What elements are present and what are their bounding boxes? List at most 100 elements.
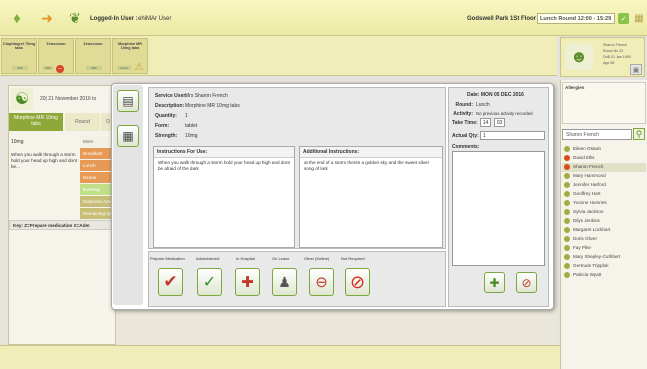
patient-list-item[interactable]: Margaret Lockhart bbox=[573, 227, 610, 232]
patient-list-item[interactable]: Gertrude Tripplok bbox=[573, 263, 609, 268]
med-tab-chip: ### bbox=[43, 66, 53, 70]
description-value: Morphine MR 10mg tabs bbox=[185, 103, 240, 109]
dialog-body: Service User:Mrs Sharon French Descripti… bbox=[148, 87, 446, 249]
status-dot bbox=[564, 191, 570, 197]
patient-search-input[interactable]: Sharon French bbox=[562, 129, 632, 140]
dialog-sidebar bbox=[113, 85, 143, 305]
alert-dot bbox=[564, 164, 570, 170]
action-label: Not Required bbox=[341, 256, 365, 261]
additional-text: at the end of a storm theres a golden sk… bbox=[304, 160, 430, 171]
patient-name: Sharon French bbox=[603, 43, 627, 47]
round-select[interactable]: Lunch Round 12:00 - 15:29 bbox=[537, 13, 615, 24]
strength-row: Strength: 10mg bbox=[155, 133, 198, 139]
instructions-title: Instructions For Use: bbox=[154, 147, 294, 158]
on-leave-button[interactable]: ♟ bbox=[272, 268, 297, 296]
status-dot bbox=[564, 227, 570, 233]
admin-date: Date: MON 05 DEC 2016 bbox=[467, 92, 524, 98]
prepare-medication-button[interactable]: ✔ bbox=[158, 268, 183, 296]
additional-box: Additional Instructions: at the end of a… bbox=[299, 146, 443, 248]
search-icon[interactable]: ⚲ bbox=[633, 128, 645, 140]
service-user-value: Mrs Sharon French bbox=[185, 93, 228, 99]
location-label: Godswell Park 1St Floor bbox=[467, 16, 537, 22]
round-label: Round: bbox=[455, 102, 474, 108]
med-tab-1[interactable]: Clopidogrel 75mg tabs ### bbox=[1, 38, 37, 74]
patient-list-item[interactable]: Sylvia Jackson bbox=[573, 209, 603, 214]
grid-icon[interactable]: ▦ bbox=[633, 12, 645, 24]
status-dot bbox=[564, 254, 570, 260]
med-tab-2[interactable]: Zenocmon ### – bbox=[38, 38, 74, 74]
description-label: Description: bbox=[155, 103, 185, 109]
comments-label: Comments: bbox=[452, 144, 480, 150]
round-refresh-icon[interactable]: ✓ bbox=[618, 13, 629, 24]
med-tab-chip: ### bbox=[86, 66, 102, 70]
instructions-preview: When you walk through a storm hold your … bbox=[11, 152, 77, 169]
patient-list-item[interactable]: Fay Pike bbox=[573, 245, 591, 250]
remove-record-button[interactable]: ⊘ bbox=[516, 272, 537, 293]
administered-button[interactable]: ✓ bbox=[197, 268, 222, 296]
allergies-label: Allergies bbox=[565, 85, 585, 90]
round-value: Lunch bbox=[476, 102, 490, 108]
comments-textarea[interactable] bbox=[452, 151, 545, 266]
patient-list-item[interactable]: Geoffrey Hart bbox=[573, 191, 601, 196]
action-label: On Leave bbox=[272, 256, 290, 261]
home-icon[interactable]: ♦ bbox=[8, 10, 26, 27]
status-dot bbox=[564, 236, 570, 242]
strength-value: 10mg bbox=[185, 133, 198, 139]
not-required-button[interactable]: ⊘ bbox=[345, 268, 370, 296]
additional-title: Additional Instructions: bbox=[300, 147, 442, 158]
med-tab-3[interactable]: Zenocmon ### bbox=[75, 38, 111, 74]
logged-in-label: Logged-In User : bbox=[90, 16, 138, 22]
document-view-button[interactable]: ▤ bbox=[117, 90, 139, 112]
action-label: In Hospital bbox=[236, 256, 255, 261]
med-tab-label: Zenocmon bbox=[46, 42, 66, 46]
patient-list-item[interactable]: Jennifer Harford bbox=[573, 182, 606, 187]
patient-list-item[interactable]: Dilys Jenkins bbox=[573, 218, 600, 223]
take-time-minute[interactable]: 03 bbox=[494, 118, 505, 127]
quantity-row: Quantity: 1 bbox=[155, 113, 188, 119]
left-round-tab[interactable]: Round bbox=[65, 113, 100, 131]
patient-list-item[interactable]: David Ellis bbox=[573, 155, 594, 160]
status-dot bbox=[564, 218, 570, 224]
actual-qty-input[interactable]: 1 bbox=[480, 131, 545, 140]
instructions-text: When you walk through a storm hold your … bbox=[158, 160, 290, 171]
take-time-label: Take Time: bbox=[452, 120, 478, 126]
other-define-button[interactable]: ⊖ bbox=[309, 268, 334, 296]
take-time-hour[interactable]: 14 bbox=[480, 118, 491, 127]
add-record-button[interactable]: ✚ bbox=[484, 272, 505, 293]
dialog-right-column: Date: MON 05 DEC 2016 Round: Lunch Activi… bbox=[448, 87, 549, 307]
stop-icon: – bbox=[56, 65, 64, 73]
image-icon[interactable]: ▣ bbox=[630, 64, 642, 75]
patient-list-item[interactable]: Eileen Ostwin bbox=[573, 146, 601, 151]
form-label: Form: bbox=[155, 123, 170, 129]
patient-list-item[interactable]: Sharon French bbox=[573, 164, 603, 169]
status-dot bbox=[564, 272, 570, 278]
patient-list-item[interactable]: Yvonne Humries bbox=[573, 200, 607, 205]
form-row: Form: tablet bbox=[155, 123, 197, 129]
patient-list-item[interactable]: Mary Hammond bbox=[573, 173, 606, 178]
medication-photo-icon: ☯ bbox=[11, 88, 33, 110]
actions-panel bbox=[148, 251, 446, 307]
service-user-row: Service User:Mrs Sharon French bbox=[155, 93, 228, 99]
quantity-value: 1 bbox=[185, 113, 188, 119]
activity-row: Activity: No previous activity recorded bbox=[452, 111, 533, 117]
logout-icon[interactable]: ➜ bbox=[38, 10, 56, 26]
med-tab-label: Zenocmon bbox=[83, 42, 103, 46]
left-med-tab[interactable]: Morphine MR 10mg tabs bbox=[9, 113, 63, 131]
med-tab-chip: ### bbox=[12, 66, 28, 70]
activity-value: No previous activity recorded bbox=[476, 111, 533, 116]
patient-list-item[interactable]: Doris Oliver bbox=[573, 236, 597, 241]
actual-qty-row: Actual Qty: bbox=[452, 133, 479, 139]
key-legend: Key: Z=Prepare medication X=Adm bbox=[9, 220, 115, 230]
in-hospital-button[interactable]: ✚ bbox=[235, 268, 260, 296]
instructions-box: Instructions For Use: When you walk thro… bbox=[153, 146, 295, 248]
status-dot bbox=[564, 182, 570, 188]
status-dot bbox=[564, 173, 570, 179]
medication-icon[interactable]: ❦ bbox=[66, 9, 84, 27]
med-tab-4[interactable]: Morphine MR 10mg tabs Lunch ⚠ bbox=[112, 38, 148, 74]
description-row: Description:Morphine MR 10mg tabs bbox=[155, 103, 240, 109]
document-print-button[interactable]: ▦ bbox=[117, 125, 139, 147]
med-tab-label: Morphine MR 10mg tabs bbox=[117, 42, 143, 50]
patient-list-item[interactable]: Mary Shepley-Cuthbert bbox=[573, 254, 620, 259]
dose-label: 10mg bbox=[11, 139, 24, 145]
patient-list-item[interactable]: Patricia Wyatt bbox=[573, 272, 601, 277]
